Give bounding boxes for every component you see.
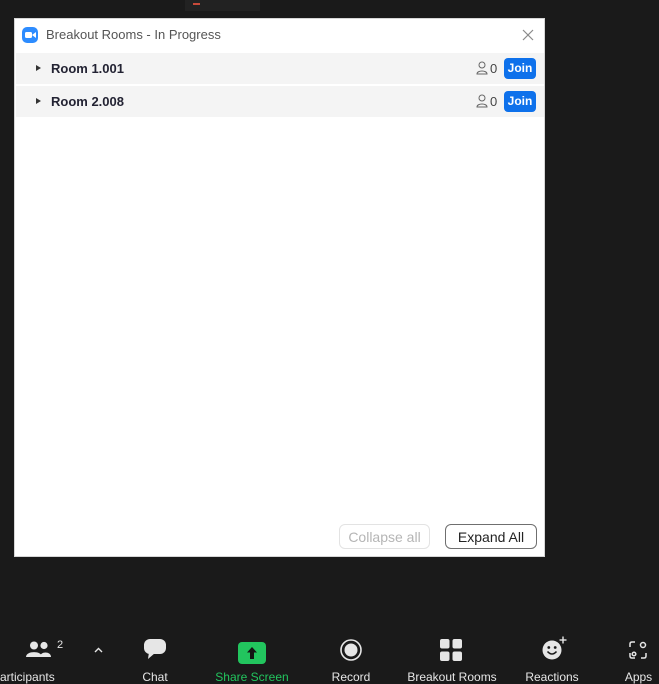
chevron-up-icon [94, 647, 103, 653]
join-button[interactable]: Join [504, 91, 536, 112]
chat-icon [144, 639, 166, 659]
share-screen-label: Share Screen [215, 670, 289, 684]
record-button[interactable]: Record [322, 625, 380, 684]
breakout-rooms-label: Breakout Rooms [407, 670, 497, 684]
reactions-icon [542, 636, 567, 660]
expand-all-button[interactable]: Expand All [445, 524, 537, 549]
room-row-1[interactable]: Room 1.001 0 Join [16, 53, 544, 86]
breakout-rooms-window: Breakout Rooms - In Progress Room 1.001 … [14, 18, 545, 557]
chat-button[interactable]: Chat [126, 625, 184, 684]
apps-icon [629, 641, 647, 659]
close-icon [522, 29, 534, 41]
participants-icon [26, 641, 51, 657]
meeting-toolbar: 2 Participants Chat Share Screen Record [0, 625, 659, 684]
room-name: Room 2.008 [51, 94, 124, 109]
participants-options-button[interactable] [91, 625, 107, 684]
caret-right-icon[interactable] [36, 65, 41, 71]
share-screen-button[interactable]: Share Screen [208, 625, 296, 684]
collapse-all-button[interactable]: Collapse all [339, 524, 430, 549]
zoom-logo-icon [22, 27, 38, 43]
record-label: Record [331, 670, 371, 684]
rooms-list: Room 1.001 0 Join Room 2.008 0 Join [16, 53, 544, 119]
background-window-sliver [185, 0, 260, 11]
window-title: Breakout Rooms - In Progress [46, 27, 221, 42]
apps-button[interactable]: Apps [618, 625, 659, 684]
participants-button[interactable]: 2 Participants [0, 625, 78, 684]
share-screen-icon [238, 642, 266, 664]
reactions-button[interactable]: Reactions [520, 625, 584, 684]
title-bar: Breakout Rooms - In Progress [15, 19, 544, 53]
room-row-2[interactable]: Room 2.008 0 Join [16, 86, 544, 119]
reactions-label: Reactions [525, 670, 579, 684]
participants-label: Participants [0, 670, 55, 684]
join-button[interactable]: Join [504, 58, 536, 79]
record-icon [340, 639, 362, 661]
breakout-rooms-button[interactable]: Breakout Rooms [400, 625, 504, 684]
chat-label: Chat [142, 670, 168, 684]
participant-count: 0 [490, 94, 498, 109]
participants-count: 2 [57, 639, 64, 651]
breakout-rooms-icon [440, 639, 462, 661]
caret-right-icon[interactable] [36, 98, 41, 104]
close-button[interactable] [518, 25, 538, 45]
background-mark [193, 3, 200, 5]
apps-label: Apps [624, 670, 653, 684]
participant-count: 0 [490, 61, 498, 76]
person-outline-icon [476, 94, 488, 108]
person-outline-icon [476, 61, 488, 75]
room-name: Room 1.001 [51, 61, 124, 76]
